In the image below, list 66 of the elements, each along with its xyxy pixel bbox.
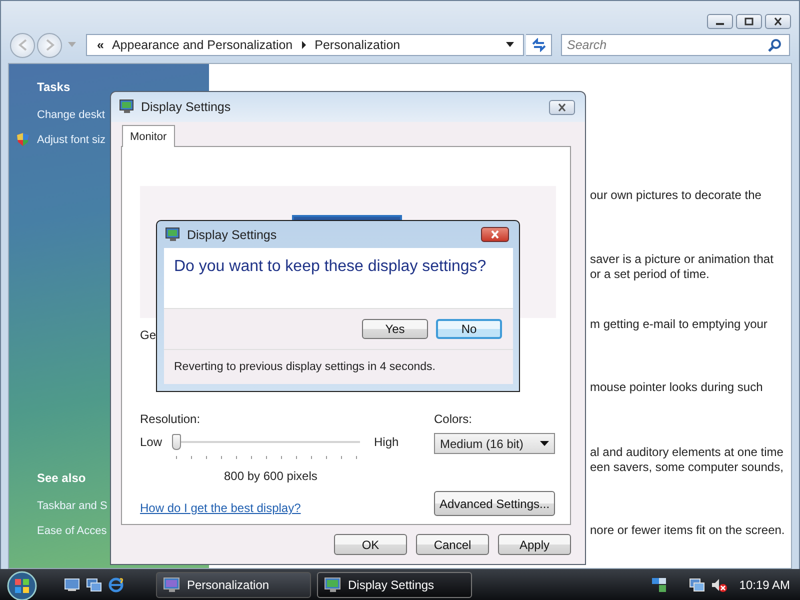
window-title: Display Settings — [187, 228, 277, 242]
refresh-button[interactable] — [526, 34, 552, 56]
field-label: Colors: — [434, 412, 472, 427]
help-link[interactable]: How do I get the best display? — [140, 501, 301, 516]
clock[interactable]: 10:19 AM — [739, 578, 790, 592]
sidebar-heading: See also — [36, 470, 87, 487]
description-text: m getting e-mail to emptying your — [590, 317, 768, 332]
advanced-settings-button[interactable]: Advanced Settings... — [434, 491, 555, 516]
question-text: Do you want to keep these display settings? — [174, 258, 486, 275]
slider-thumb[interactable] — [172, 434, 182, 450]
dropdown-arrow-icon — [540, 441, 549, 446]
desktop-icon[interactable] — [64, 578, 80, 592]
dialog-button[interactable]: Yes — [362, 319, 428, 339]
close-icon — [489, 230, 501, 239]
description-text: een savers, some computer sounds, — [590, 460, 784, 475]
shield-icon — [16, 132, 30, 147]
display-icon — [119, 99, 135, 115]
close-button[interactable] — [481, 227, 509, 242]
field-label: Resolution: — [140, 412, 202, 427]
description-text: our own pictures to decorate the — [590, 188, 762, 203]
sidebar-link[interactable]: Adjust font siz — [37, 134, 106, 146]
refresh-icon — [530, 38, 546, 52]
dialog-button[interactable]: No — [436, 319, 502, 339]
breadcrumb-chevron[interactable]: « — [97, 38, 104, 52]
search-field[interactable]: Search — [561, 34, 790, 56]
monitor-icon — [163, 576, 181, 592]
breadcrumb-item[interactable]: Personalization — [314, 38, 400, 52]
display-icon — [165, 226, 181, 242]
sidebar-heading: Tasks — [36, 79, 72, 96]
computers-icon[interactable] — [689, 576, 706, 592]
windows-icon[interactable] — [86, 578, 102, 592]
close-icon — [772, 17, 784, 26]
dialog-button[interactable]: OK — [334, 534, 407, 555]
slider-label: Low — [140, 434, 162, 450]
resolution-reading: 800 by 600 pixels — [223, 469, 318, 484]
countdown-text: Reverting to previous display settings in 4 seconds. — [174, 361, 436, 373]
maximize-icon — [743, 17, 755, 26]
taskbar-button[interactable]: Personalization — [156, 572, 311, 598]
colors-dropdown[interactable]: Medium (16 bit) — [434, 433, 555, 454]
mute-icon[interactable] — [711, 576, 728, 592]
field-label: Ge — [140, 328, 156, 343]
dropdown-icon[interactable] — [505, 42, 515, 48]
minimize-button[interactable] — [707, 14, 733, 29]
description-text: mouse pointer looks during such — [590, 380, 764, 395]
slider-label: High — [374, 434, 399, 450]
browser-icon[interactable] — [108, 576, 124, 592]
taskbar-button[interactable]: Display Settings — [317, 572, 472, 598]
sidebar-link[interactable]: Change deskt — [37, 108, 105, 120]
dialog-button[interactable]: Apply — [498, 534, 571, 555]
maximize-button[interactable] — [736, 14, 762, 29]
monitor-icon — [324, 576, 342, 592]
description-text: or a set period of time. — [590, 267, 710, 282]
tab[interactable]: Monitor — [122, 125, 175, 147]
close-button[interactable] — [549, 100, 575, 114]
separator-icon[interactable] — [300, 41, 307, 49]
breadcrumb-item[interactable]: Appearance and Personalization — [112, 38, 293, 52]
search-icon[interactable] — [768, 38, 782, 52]
close-button[interactable] — [765, 14, 791, 29]
address-bar[interactable]: « Appearance and Personalization Personalization — [86, 34, 524, 56]
close-icon — [556, 102, 568, 112]
description-text: al and auditory elements at one time — [590, 445, 784, 460]
description-text: nore or fewer items fit on the screen. — [590, 523, 786, 538]
description-text: saver is a picture or animation that — [590, 252, 774, 267]
window-title: Display Settings — [141, 100, 231, 114]
dialog-button[interactable]: Cancel — [416, 534, 489, 555]
network-icon[interactable] — [651, 576, 668, 592]
